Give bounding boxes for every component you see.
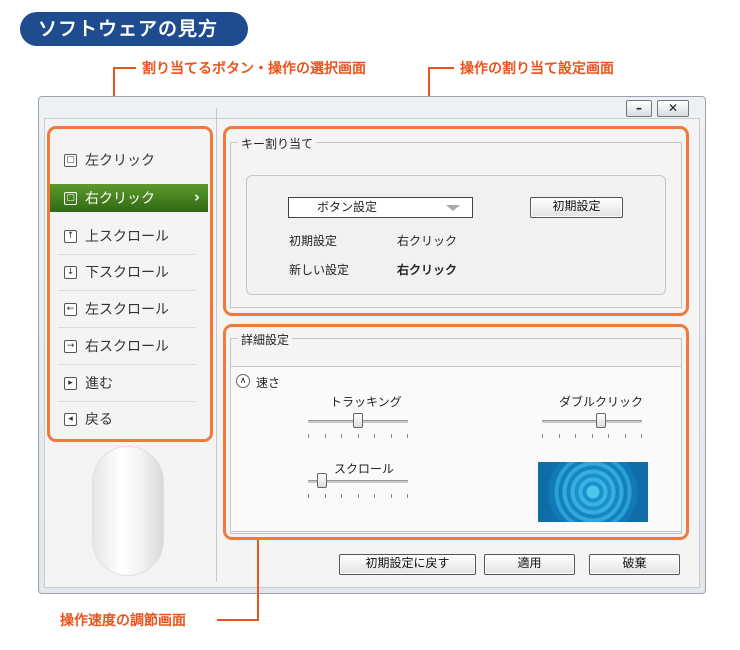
annotation-speed-settings: 操作速度の調節画面 <box>60 613 186 629</box>
annotation-line <box>428 67 454 69</box>
apply-button[interactable]: 適用 <box>484 554 575 575</box>
discard-button[interactable]: 破棄 <box>589 554 680 575</box>
pane-divider <box>216 108 217 582</box>
annotation-line <box>257 540 259 620</box>
minimize-button[interactable]: – <box>626 100 652 117</box>
close-button[interactable]: ✕ <box>657 100 689 117</box>
annotation-line <box>217 619 259 621</box>
annotation-box-assign <box>223 126 689 316</box>
annotation-button-select: 割り当てるボタン・操作の選択画面 <box>142 61 366 77</box>
annotation-box-speed <box>223 324 689 540</box>
mouse-image <box>92 446 164 576</box>
annotation-box-sidebar <box>47 126 213 442</box>
annotation-line <box>113 67 136 69</box>
restore-defaults-button[interactable]: 初期設定に戻す <box>339 554 476 575</box>
annotation-assign-settings: 操作の割り当て設定画面 <box>460 61 614 77</box>
page-title: ソフトウェアの見方 <box>20 12 248 46</box>
